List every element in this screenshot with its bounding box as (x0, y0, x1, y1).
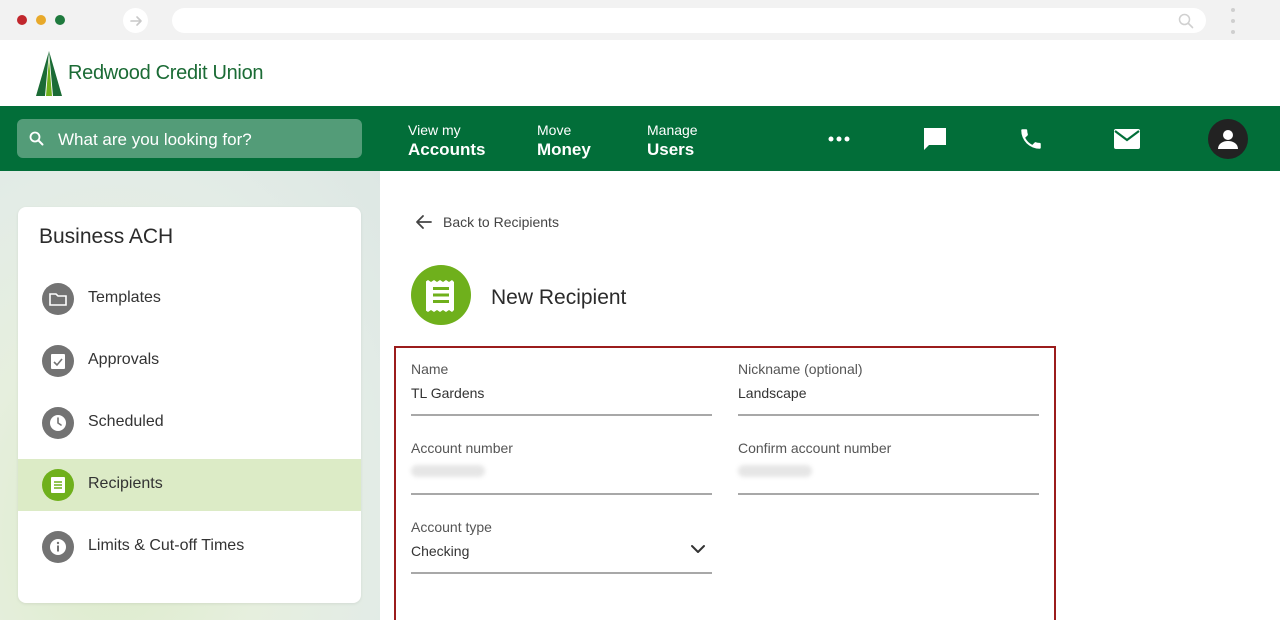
logo-header: Redwood Credit Union (0, 40, 1280, 106)
back-link-label: Back to Recipients (443, 214, 559, 230)
sidebar-title: Business ACH (39, 225, 174, 248)
sidebar-item-label: Recipients (88, 475, 163, 492)
name-value[interactable]: TL Gardens (411, 385, 484, 401)
nickname-label: Nickname (optional) (738, 361, 863, 377)
address-bar[interactable] (172, 8, 1206, 33)
sidebar-item-limits[interactable]: Limits & Cut-off Times (18, 521, 361, 573)
account-number-redacted-value[interactable] (411, 465, 485, 477)
back-to-recipients-link[interactable]: Back to Recipients (415, 214, 559, 230)
info-icon (42, 531, 74, 563)
sidebar-item-recipients[interactable]: Recipients (18, 459, 361, 511)
confirm-account-number-label: Confirm account number (738, 440, 892, 456)
sidebar-item-label: Scheduled (88, 413, 164, 430)
phone-icon[interactable] (1012, 120, 1050, 158)
sidebar-item-scheduled[interactable]: Scheduled (18, 397, 361, 449)
kebab-menu-icon[interactable] (1228, 8, 1238, 34)
page-title: New Recipient (491, 286, 627, 309)
receipt-icon (42, 469, 74, 501)
sidebar-item-approvals[interactable]: Approvals (18, 335, 361, 387)
account-number-field[interactable]: Account number (411, 425, 712, 495)
chevron-down-icon[interactable] (690, 544, 706, 554)
search-placeholder: What are you looking for? (58, 130, 252, 149)
more-icon[interactable] (820, 120, 858, 158)
account-number-label: Account number (411, 440, 513, 456)
nickname-value[interactable]: Landscape (738, 385, 807, 401)
confirm-account-number-redacted-value[interactable] (738, 465, 812, 477)
clock-icon (42, 407, 74, 439)
forward-arrow-icon (129, 15, 142, 26)
clipboard-check-icon (42, 345, 74, 377)
browser-forward-button[interactable] (123, 8, 148, 33)
nav-link-line1: Manage (647, 122, 698, 138)
nickname-field[interactable]: Nickname (optional) Landscape (738, 346, 1039, 416)
folder-icon (42, 283, 74, 315)
search-icon (1178, 13, 1194, 29)
brand-name[interactable]: Redwood Credit Union (68, 62, 264, 85)
sidebar-item-label: Approvals (88, 351, 160, 368)
arrow-left-icon (416, 215, 432, 229)
nav-view-accounts[interactable]: View my Accounts (408, 123, 485, 158)
sidebar-item-label: Templates (88, 289, 161, 306)
account-type-select[interactable]: Account type Checking (411, 504, 712, 574)
nav-move-money[interactable]: Move Money (537, 123, 591, 158)
minimize-window-dot[interactable] (36, 15, 46, 25)
sidebar-item-label: Limits & Cut-off Times (88, 537, 245, 554)
mail-icon[interactable] (1108, 120, 1146, 158)
name-field[interactable]: Name TL Gardens (411, 346, 712, 416)
recipient-receipt-icon (411, 265, 471, 325)
sidebar-item-templates[interactable]: Templates (18, 273, 361, 325)
sidebar-card: Business ACH Templates Approvals Schedul… (18, 207, 361, 603)
close-window-dot[interactable] (17, 15, 27, 25)
account-type-label: Account type (411, 519, 492, 535)
search-input[interactable]: What are you looking for? (17, 119, 362, 158)
browser-chrome (0, 0, 1280, 239)
user-avatar-icon[interactable] (1208, 119, 1248, 159)
chat-icon[interactable] (916, 120, 954, 158)
maximize-window-dot[interactable] (55, 15, 65, 25)
nav-link-line2: Accounts (408, 140, 486, 159)
nav-link-line1: Move (537, 122, 572, 138)
search-icon (29, 131, 44, 146)
nav-link-line1: View my (408, 122, 461, 138)
nav-link-line2: Money (537, 140, 591, 159)
confirm-account-number-field[interactable]: Confirm account number (738, 425, 1039, 495)
redwood-tree-logo-icon[interactable] (35, 51, 63, 96)
name-label: Name (411, 361, 449, 377)
nav-link-line2: Users (647, 140, 695, 159)
top-navigation: What are you looking for? View my Accoun… (0, 106, 1280, 171)
nav-manage-users[interactable]: Manage Users (647, 123, 698, 158)
account-type-value: Checking (411, 543, 470, 559)
